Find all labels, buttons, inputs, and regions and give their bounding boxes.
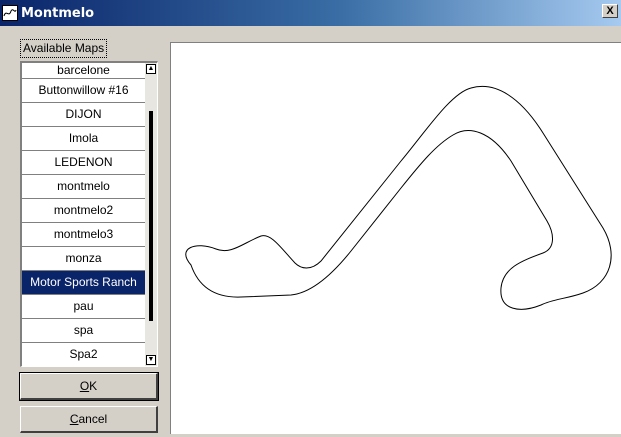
- map-list-item[interactable]: Motor Sports Ranch: [22, 271, 145, 295]
- track-line: [175, 137, 513, 298]
- cancel-button-label: Cancel: [69, 412, 108, 426]
- map-list-item[interactable]: montmelo2: [22, 199, 145, 223]
- track-outline-drawing: [175, 85, 612, 310]
- track-map-icon: [2, 5, 18, 21]
- map-list-item[interactable]: LEDENON: [22, 151, 145, 175]
- track-outline-main: [179, 85, 555, 299]
- map-list-item[interactable]: DIJON: [22, 103, 145, 127]
- map-list-item[interactable]: montmelo3: [22, 223, 145, 247]
- ok-button-label: OK: [79, 379, 98, 393]
- map-list-item[interactable]: barcelone: [22, 63, 145, 79]
- cancel-button[interactable]: Cancel: [20, 406, 158, 433]
- map-list-item[interactable]: spa: [22, 319, 145, 343]
- scroll-thumb[interactable]: [149, 111, 153, 321]
- window-title: Montmelo: [21, 5, 95, 21]
- map-list-item[interactable]: Imola: [22, 127, 145, 151]
- maps-listbox[interactable]: barcelone Buttonwillow #16 DIJON Imola LEDEN…: [20, 61, 158, 367]
- track-map-canvas: [170, 42, 621, 434]
- available-maps-label: Available Maps: [20, 39, 108, 58]
- track-outer-edge: [185, 86, 612, 310]
- close-button[interactable]: X: [602, 4, 618, 18]
- map-list-item[interactable]: pau: [22, 295, 145, 319]
- map-list-item[interactable]: Buttonwillow #16: [22, 79, 145, 103]
- maps-list: barcelone Buttonwillow #16 DIJON Imola LEDEN…: [22, 63, 145, 366]
- track-outline: [184, 133, 523, 298]
- scroll-up-arrow-icon[interactable]: ▲: [146, 64, 156, 74]
- map-list-item[interactable]: Spa2: [22, 343, 145, 366]
- map-list-item[interactable]: montmelo: [22, 175, 145, 199]
- list-scrollbar[interactable]: ▲ ▼: [145, 63, 157, 366]
- close-icon: X: [606, 4, 614, 17]
- scroll-down-arrow-icon[interactable]: ▼: [146, 355, 156, 365]
- ok-button[interactable]: OK: [19, 372, 159, 401]
- title-bar: Montmelo X: [0, 0, 621, 26]
- map-list-item[interactable]: monza: [22, 247, 145, 271]
